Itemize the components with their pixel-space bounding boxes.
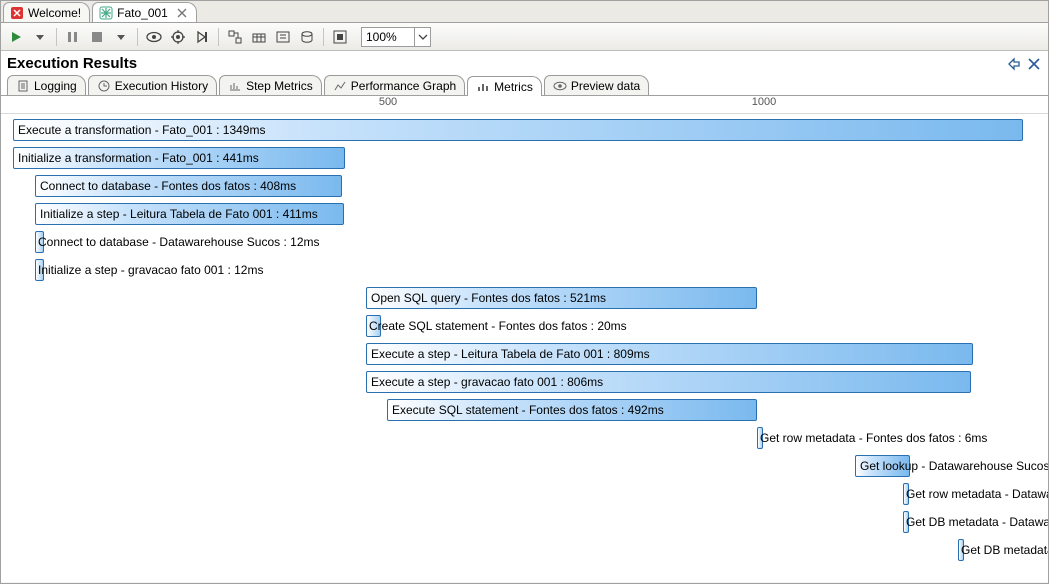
zoom-selector[interactable] <box>361 27 431 47</box>
impact-button[interactable] <box>248 26 270 48</box>
debug-button[interactable] <box>167 26 189 48</box>
gantt-bar[interactable]: Connect to database - Datawarehouse Suco… <box>35 231 44 253</box>
stop-button[interactable] <box>86 26 108 48</box>
pause-button[interactable] <box>62 26 84 48</box>
sql-button[interactable] <box>272 26 294 48</box>
tab-metrics-label: Metrics <box>494 80 533 94</box>
gantt-bar[interactable]: Get DB metadata <box>958 539 964 561</box>
replay-button[interactable] <box>191 26 213 48</box>
eye-icon <box>553 79 567 93</box>
tab-welcome[interactable]: Welcome! <box>3 2 90 22</box>
gantt-bar-label: Execute a step - gravacao fato 001 : 806… <box>371 375 603 389</box>
run-button[interactable] <box>5 26 27 48</box>
separator <box>218 28 219 46</box>
toolbar <box>1 23 1048 51</box>
axis-tick: 500 <box>379 96 397 108</box>
tab-metrics[interactable]: Metrics <box>467 76 542 96</box>
run-options-button[interactable] <box>29 26 51 48</box>
gantt-bar[interactable]: Connect to database - Fontes dos fatos :… <box>35 175 342 197</box>
gantt-bar[interactable]: Execute a step - Leitura Tabela de Fato … <box>366 343 973 365</box>
execution-results-title: Execution Results <box>7 55 137 72</box>
tab-performance-graph-label: Performance Graph <box>351 79 456 93</box>
gantt-bar-label: Execute a step - Leitura Tabela de Fato … <box>371 347 650 361</box>
separator <box>137 28 138 46</box>
gantt-bar-label: Get DB metadata - Datawarehouse <box>906 515 1048 529</box>
gantt-bar[interactable]: Initialize a step - Leitura Tabela de Fa… <box>35 203 344 225</box>
close-icon[interactable] <box>176 7 188 19</box>
transformation-icon <box>99 6 113 20</box>
gantt-bar[interactable]: Execute a step - gravacao fato 001 : 806… <box>366 371 971 393</box>
tab-step-metrics[interactable]: Step Metrics <box>219 75 322 95</box>
tab-performance-graph[interactable]: Performance Graph <box>324 75 465 95</box>
results-tabs: Logging Execution History Step Metrics P… <box>1 74 1048 96</box>
gantt-bar[interactable]: Get lookup - Datawarehouse Sucos <box>855 455 910 477</box>
gantt-bar-label: Get lookup - Datawarehouse Sucos <box>860 459 1048 473</box>
gantt-bar-label: Get row metadata - Fontes dos fatos : 6m… <box>760 431 987 445</box>
gantt-bar[interactable]: Execute a transformation - Fato_001 : 13… <box>13 119 1023 141</box>
gantt-bar-label: Execute a transformation - Fato_001 : 13… <box>18 123 265 137</box>
gantt-bar[interactable]: Initialize a step - gravacao fato 001 : … <box>35 259 44 281</box>
separator <box>56 28 57 46</box>
gantt-bar[interactable]: Get DB metadata - Datawarehouse <box>903 511 909 533</box>
verify-button[interactable] <box>224 26 246 48</box>
gantt-bar[interactable]: Get row metadata - Fontes dos fatos : 6m… <box>757 427 763 449</box>
separator <box>323 28 324 46</box>
gantt-bar-label: Get row metadata - Datawarehouse <box>906 487 1048 501</box>
editor-tabs: Welcome! Fato_001 <box>1 1 1048 23</box>
execution-results-header: Execution Results <box>1 51 1048 74</box>
gantt-bar[interactable]: Open SQL query - Fontes dos fatos : 521m… <box>366 287 757 309</box>
history-icon <box>97 79 111 93</box>
metrics-icon <box>476 80 490 94</box>
tab-welcome-label: Welcome! <box>28 6 81 20</box>
tab-execution-history-label: Execution History <box>115 79 208 93</box>
tab-logging[interactable]: Logging <box>7 75 86 95</box>
gantt-bar-label: Connect to database - Datawarehouse Suco… <box>38 235 320 249</box>
tab-fato-001[interactable]: Fato_001 <box>92 2 197 22</box>
gantt-time-axis: 500 1000 <box>1 96 1048 114</box>
gantt-bar-label: Connect to database - Fontes dos fatos :… <box>40 179 296 193</box>
gantt-bar-label: Initialize a step - gravacao fato 001 : … <box>38 263 263 277</box>
gantt-bar-label: Initialize a step - Leitura Tabela de Fa… <box>40 207 318 221</box>
chevron-down-icon[interactable] <box>414 28 430 46</box>
show-results-button[interactable] <box>329 26 351 48</box>
step-metrics-icon <box>228 79 242 93</box>
metrics-gantt: 500 1000 Execute a transformation - Fato… <box>1 96 1048 582</box>
gantt-bar[interactable]: Initialize a transformation - Fato_001 :… <box>13 147 345 169</box>
gantt-bar-label: Get DB metadata <box>961 543 1048 557</box>
preview-button[interactable] <box>143 26 165 48</box>
explore-db-button[interactable] <box>296 26 318 48</box>
gantt-bar[interactable]: Execute SQL statement - Fontes dos fatos… <box>387 399 757 421</box>
gantt-bar-label: Initialize a transformation - Fato_001 :… <box>18 151 259 165</box>
gantt-bar-label: Open SQL query - Fontes dos fatos : 521m… <box>371 291 606 305</box>
gantt-bar[interactable]: Create SQL statement - Fontes dos fatos … <box>366 315 381 337</box>
tab-execution-history[interactable]: Execution History <box>88 75 217 95</box>
gantt-bar-label: Create SQL statement - Fontes dos fatos … <box>369 319 627 333</box>
tab-logging-label: Logging <box>34 79 77 93</box>
tab-preview-data-label: Preview data <box>571 79 640 93</box>
maximize-icon[interactable] <box>1006 56 1022 72</box>
tab-preview-data[interactable]: Preview data <box>544 75 649 95</box>
stop-options-button[interactable] <box>110 26 132 48</box>
graph-icon <box>333 79 347 93</box>
gantt-bar-label: Execute SQL statement - Fontes dos fatos… <box>392 403 664 417</box>
close-panel-icon[interactable] <box>1026 56 1042 72</box>
gantt-bar[interactable]: Get row metadata - Datawarehouse <box>903 483 909 505</box>
tab-step-metrics-label: Step Metrics <box>246 79 313 93</box>
log-icon <box>16 79 30 93</box>
zoom-input[interactable] <box>362 28 414 46</box>
spoon-icon <box>10 6 24 20</box>
axis-tick: 1000 <box>752 96 776 108</box>
tab-fato-001-label: Fato_001 <box>117 6 168 20</box>
